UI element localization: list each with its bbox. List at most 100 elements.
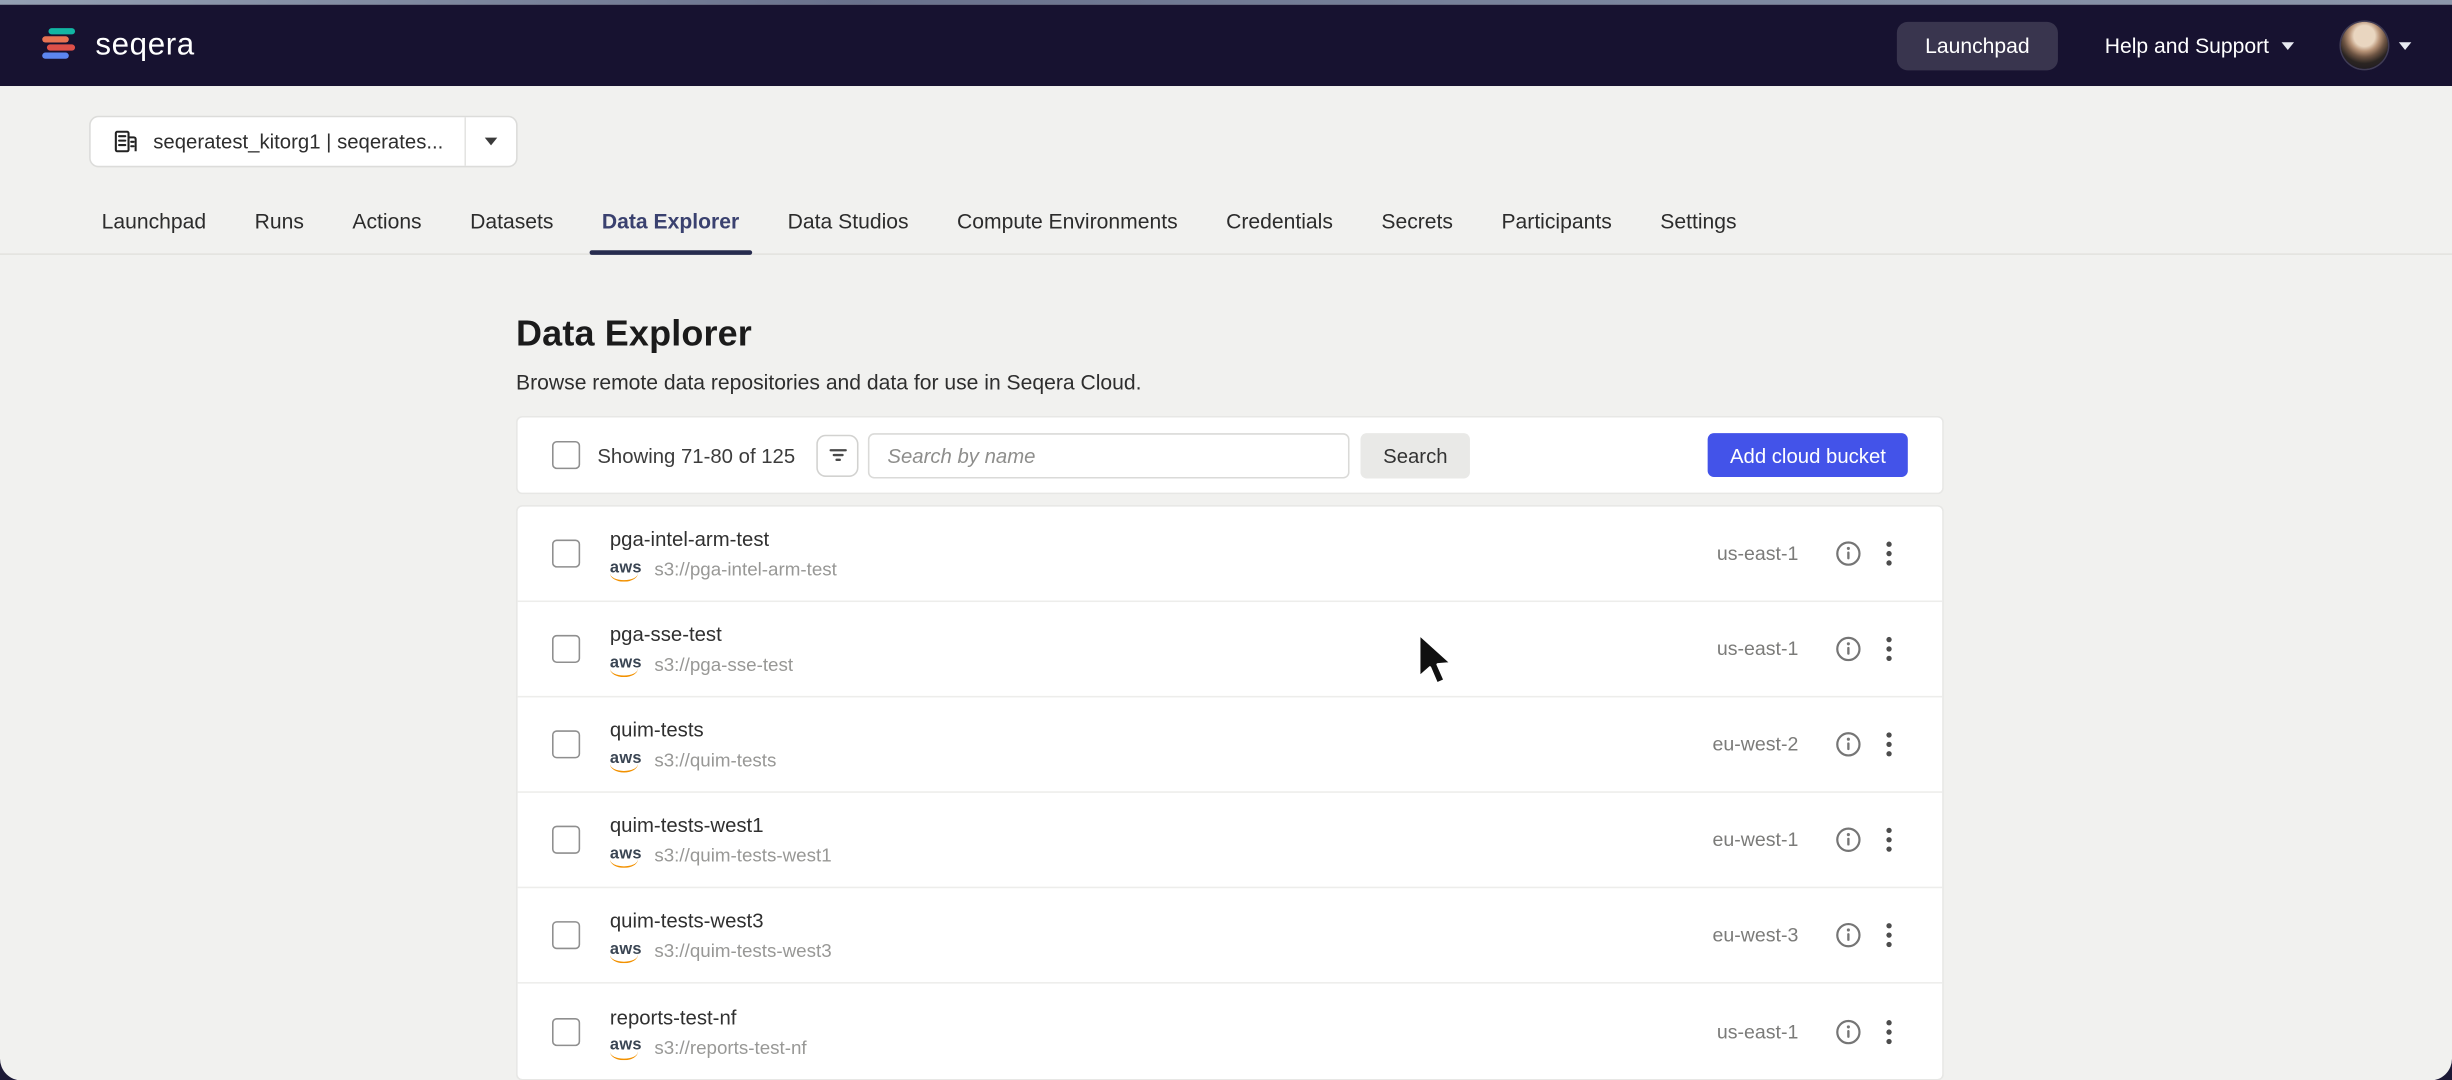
search-button[interactable]: Search	[1361, 432, 1469, 477]
info-button[interactable]	[1830, 535, 1868, 573]
tab-datasets[interactable]: Datasets	[467, 197, 557, 253]
bucket-region: eu-west-3	[1686, 924, 1799, 946]
chevron-down-icon	[2282, 41, 2295, 49]
list-toolbar: Showing 71-80 of 125 Search Add cloud bu…	[516, 416, 1944, 494]
page-subtitle: Browse remote data repositories and data…	[516, 371, 1944, 394]
bucket-uri-line: aws s3://quim-tests	[610, 749, 777, 771]
showing-count: Showing 71-80 of 125	[597, 443, 795, 466]
row-menu-button[interactable]	[1870, 630, 1908, 668]
bucket-uri-line: aws s3://quim-tests-west1	[610, 844, 832, 866]
bucket-name[interactable]: pga-sse-test	[610, 622, 793, 645]
bucket-region: us-east-1	[1686, 638, 1799, 660]
launchpad-button[interactable]: Launchpad	[1897, 21, 2058, 69]
page-title: Data Explorer	[516, 313, 1944, 355]
tab-runs[interactable]: Runs	[251, 197, 307, 253]
tab-secrets[interactable]: Secrets	[1378, 197, 1456, 253]
row-checkbox[interactable]	[552, 1017, 580, 1045]
bucket-name[interactable]: quim-tests-west1	[610, 813, 832, 836]
table-row: quim-tests aws s3://quim-tests eu-west-2	[518, 697, 1943, 792]
kebab-menu-icon	[1886, 732, 1892, 757]
aws-icon: aws	[610, 750, 642, 770]
tab-compute-environments[interactable]: Compute Environments	[954, 197, 1181, 253]
row-menu-button[interactable]	[1870, 535, 1908, 573]
kebab-menu-icon	[1886, 1019, 1892, 1044]
bucket-name[interactable]: quim-tests-west3	[610, 909, 832, 932]
kebab-menu-icon	[1886, 636, 1892, 661]
info-button[interactable]	[1830, 916, 1868, 954]
user-menu[interactable]	[2341, 22, 2411, 69]
bucket-region: eu-west-2	[1686, 733, 1799, 755]
bucket-info: pga-sse-test aws s3://pga-sse-test	[610, 622, 793, 675]
aws-icon: aws	[610, 559, 642, 579]
navbar-right: Launchpad Help and Support	[1897, 21, 2411, 69]
info-icon	[1834, 540, 1862, 568]
row-checkbox[interactable]	[552, 730, 580, 758]
search-input[interactable]	[869, 432, 1351, 477]
aws-icon: aws	[610, 655, 642, 675]
info-button[interactable]	[1830, 1013, 1868, 1051]
row-checkbox[interactable]	[552, 540, 580, 568]
bucket-name[interactable]: quim-tests	[610, 718, 777, 741]
bucket-info: quim-tests-west1 aws s3://quim-tests-wes…	[610, 813, 832, 866]
help-and-support-menu[interactable]: Help and Support	[2105, 34, 2294, 57]
tab-credentials[interactable]: Credentials	[1223, 197, 1336, 253]
table-row: reports-test-nf aws s3://reports-test-nf…	[518, 984, 1943, 1079]
tab-actions[interactable]: Actions	[349, 197, 425, 253]
brand-name: seqera	[95, 27, 194, 63]
workspace-name: seqeratest_kitorg1 | seqerates...	[153, 130, 443, 153]
chevron-down-icon	[486, 138, 499, 146]
bucket-name[interactable]: pga-intel-arm-test	[610, 527, 837, 550]
aws-icon: aws	[610, 1037, 642, 1057]
info-button[interactable]	[1830, 630, 1868, 668]
info-icon	[1834, 730, 1862, 758]
row-actions: us-east-1	[1686, 1013, 1908, 1051]
tab-participants[interactable]: Participants	[1498, 197, 1615, 253]
bucket-uri: s3://reports-test-nf	[654, 1036, 806, 1058]
bucket-info: reports-test-nf aws s3://reports-test-nf	[610, 1005, 807, 1058]
kebab-menu-icon	[1886, 923, 1892, 948]
chevron-down-icon	[2399, 41, 2412, 49]
bucket-uri-line: aws s3://quim-tests-west3	[610, 940, 832, 962]
bucket-uri-line: aws s3://pga-sse-test	[610, 654, 793, 676]
tab-settings[interactable]: Settings	[1657, 197, 1740, 253]
row-menu-button[interactable]	[1870, 1013, 1908, 1051]
seqera-logo[interactable]: seqera	[41, 27, 195, 65]
tab-data-studios[interactable]: Data Studios	[785, 197, 912, 253]
workspace-selector-main: seqeratest_kitorg1 | seqerates...	[91, 117, 465, 165]
table-row: pga-sse-test aws s3://pga-sse-test us-ea…	[518, 602, 1943, 697]
bucket-name[interactable]: reports-test-nf	[610, 1005, 807, 1028]
aws-icon: aws	[610, 846, 642, 866]
add-cloud-bucket-button[interactable]: Add cloud bucket	[1708, 433, 1908, 477]
row-menu-button[interactable]	[1870, 726, 1908, 764]
row-checkbox[interactable]	[552, 826, 580, 854]
select-all-checkbox[interactable]	[552, 441, 580, 469]
bucket-uri: s3://pga-intel-arm-test	[654, 558, 837, 580]
bucket-uri-line: aws s3://pga-intel-arm-test	[610, 558, 837, 580]
app-window: seqera Launchpad Help and Support	[0, 0, 2452, 1080]
aws-icon: aws	[610, 941, 642, 961]
bucket-info: quim-tests aws s3://quim-tests	[610, 718, 777, 771]
row-actions: us-east-1	[1686, 630, 1908, 668]
info-button[interactable]	[1830, 726, 1868, 764]
tab-launchpad[interactable]: Launchpad	[99, 197, 210, 253]
filter-button[interactable]	[817, 434, 859, 476]
info-icon	[1834, 1017, 1862, 1045]
row-menu-button[interactable]	[1870, 916, 1908, 954]
row-checkbox[interactable]	[552, 921, 580, 949]
workspace-selector[interactable]: seqeratest_kitorg1 | seqerates...	[89, 116, 518, 168]
workspace-selector-caret[interactable]	[465, 117, 517, 165]
row-actions: eu-west-1	[1686, 821, 1908, 859]
bucket-info: pga-intel-arm-test aws s3://pga-intel-ar…	[610, 527, 837, 580]
tab-data-explorer[interactable]: Data Explorer	[599, 197, 743, 253]
info-button[interactable]	[1830, 821, 1868, 859]
bucket-uri: s3://pga-sse-test	[654, 654, 793, 676]
help-and-support-label: Help and Support	[2105, 34, 2269, 57]
kebab-menu-icon	[1886, 827, 1892, 852]
avatar	[2341, 22, 2388, 69]
bucket-uri: s3://quim-tests-west1	[654, 844, 831, 866]
info-icon	[1834, 635, 1862, 663]
bucket-region: eu-west-1	[1686, 829, 1799, 851]
workspace-tabs: Launchpad Runs Actions Datasets Data Exp…	[0, 197, 2452, 255]
row-menu-button[interactable]	[1870, 821, 1908, 859]
row-checkbox[interactable]	[552, 635, 580, 663]
